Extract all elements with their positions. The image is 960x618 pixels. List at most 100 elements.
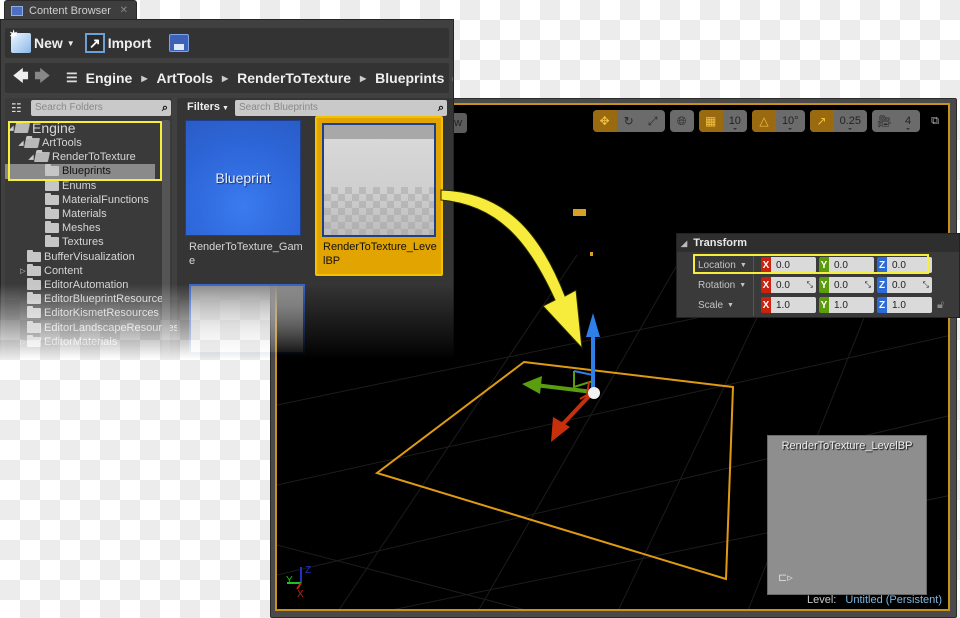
chevron-right-icon[interactable]: ▶ xyxy=(222,74,228,83)
folder-content[interactable]: ▷ Content xyxy=(5,263,155,278)
search-blueprints-input[interactable]: Search Blueprints ⌕ xyxy=(235,100,447,116)
level-thumbnail xyxy=(322,123,436,237)
folder-editorblueprintresources[interactable]: EditorBlueprintResources xyxy=(5,292,169,306)
chevron-right-icon[interactable]: ▶ xyxy=(360,74,366,83)
grid-snap-icon[interactable]: ▦ xyxy=(698,110,723,132)
level-name: Untitled (Persistent) xyxy=(845,594,942,606)
location-y-field[interactable]: 0.0 xyxy=(829,257,874,273)
folder-tree-panel: ☷ Search Folders ⌕ ◢ Engine ◢ ArtTools ◢ Re… xyxy=(5,98,179,358)
breadcrumb-rendertotexture[interactable]: RenderToTexture xyxy=(237,70,351,86)
folder-enums[interactable]: Enums xyxy=(5,178,155,193)
rotation-y-field[interactable]: 0.0 xyxy=(834,280,848,291)
folder-editorautomation[interactable]: EditorAutomation xyxy=(5,277,155,292)
asset-name: RenderToTexture_Game xyxy=(189,241,303,267)
axis-label-x: X xyxy=(297,589,304,600)
render-plane-outline[interactable] xyxy=(374,360,735,581)
folders-toggle-icon[interactable]: ☷ xyxy=(11,101,22,115)
level-label: Level: xyxy=(806,594,837,606)
asset-name: RenderToTexture_LevelBP xyxy=(323,241,437,267)
preview-title: RenderToTexture_LevelBP xyxy=(781,440,913,452)
folder-buffervisualization[interactable]: BufferVisualization xyxy=(5,249,155,264)
actor-sprite-icon xyxy=(590,252,593,256)
location-z-field[interactable]: 0.0 xyxy=(887,257,932,273)
viewport-toolbar: ✥ ↻ ⤢ 🌐︎ ▦ 10 △ 10° ↗ 0.25 🎥︎ 4 ⧉ xyxy=(592,110,942,132)
lock-icon[interactable]: 🔓︎ xyxy=(452,72,453,85)
rotation-dropdown[interactable]: Rotation ▼ xyxy=(691,276,757,294)
folder-engine[interactable]: ◢ Engine xyxy=(5,120,155,136)
world-local-toggle-icon[interactable]: 🌐︎ xyxy=(670,110,694,132)
back-arrow-icon[interactable]: 🡄 xyxy=(13,66,29,91)
folder-rendertotexture[interactable]: ◢ RenderToTexture xyxy=(5,150,155,164)
close-icon[interactable]: ✕ xyxy=(120,5,128,16)
scale-snap-icon[interactable]: ↗ xyxy=(809,110,834,132)
folder-list: ◢ Engine ◢ ArtTools ◢ RenderToTexture Bluep… xyxy=(5,120,179,349)
asset-tile-partial[interactable] xyxy=(189,284,305,354)
scale-dropdown[interactable]: Scale ▼ xyxy=(691,296,757,314)
axis-label-y: Y xyxy=(286,575,293,586)
actor-sprite-icon xyxy=(573,209,586,216)
translate-mode-icon[interactable]: ✥ xyxy=(592,110,617,132)
folder-meshes[interactable]: Meshes xyxy=(5,221,155,235)
camera-speed-value[interactable]: 4 xyxy=(896,110,920,132)
level-indicator: Level: Untitled (Persistent) xyxy=(807,594,942,606)
save-all-icon[interactable] xyxy=(169,34,190,52)
rotation-snap-value[interactable]: 10° xyxy=(776,110,805,132)
folder-materialfunctions[interactable]: MaterialFunctions xyxy=(5,192,155,207)
rotation-x-field[interactable]: 0.0 xyxy=(776,280,790,291)
camera-speed-icon[interactable]: 🎥︎ xyxy=(872,110,896,132)
breadcrumb-blueprints[interactable]: Blueprints xyxy=(375,70,444,86)
chevron-right-icon[interactable]: ▶ xyxy=(141,74,147,83)
search-icon: ⌕ xyxy=(161,102,168,114)
spin-icon[interactable]: ⤡ xyxy=(807,280,816,290)
rotate-mode-icon[interactable]: ↻ xyxy=(617,110,641,132)
scale-z-field[interactable]: 1.0 xyxy=(887,297,932,313)
scale-lock-icon[interactable]: 🔓︎ xyxy=(937,299,944,312)
transform-mode-group: ✥ ↻ ⤢ xyxy=(592,110,665,132)
folder-editorlandscaperesources[interactable]: EditorLandscapeResources xyxy=(5,320,179,334)
location-x-field[interactable]: 0.0 xyxy=(771,257,816,273)
rotation-z-field[interactable]: 0.0 xyxy=(892,280,906,291)
location-dropdown[interactable]: Location ▼ xyxy=(691,256,757,274)
sources-toggle-icon[interactable]: ☰ xyxy=(66,70,78,86)
translate-gizmo[interactable] xyxy=(522,313,600,442)
asset-view-panel: Filters ▼ Search Blueprints ⌕ Blueprint R… xyxy=(177,98,453,358)
folder-materials[interactable]: Materials xyxy=(5,207,155,221)
breadcrumb-engine[interactable]: Engine xyxy=(86,70,133,86)
filters-button[interactable]: Filters ▼ xyxy=(187,101,229,113)
tab-title: Content Browser xyxy=(29,4,111,17)
spin-icon[interactable]: ⤡ xyxy=(865,280,874,290)
asset-tile-rendertotexture-levelbp[interactable]: RenderToTexture_LevelBP xyxy=(315,116,443,276)
import-icon: ↗ xyxy=(84,33,105,53)
folder-textures[interactable]: Textures xyxy=(5,235,155,249)
rotation-snap-icon[interactable]: △ xyxy=(751,110,776,132)
new-asset-icon xyxy=(9,28,31,53)
scale-y-field[interactable]: 1.0 xyxy=(829,297,874,313)
search-folders-input[interactable]: Search Folders ⌕ xyxy=(31,100,171,116)
content-browser-tab[interactable]: Content Browser ✕ xyxy=(4,0,137,20)
folder-blueprints[interactable]: Blueprints xyxy=(5,164,155,179)
scale-mode-icon[interactable]: ⤢ xyxy=(641,110,665,132)
spin-icon[interactable]: ⤡ xyxy=(923,280,932,290)
asset-tile-rendertotexture-game[interactable]: Blueprint RenderToTexture_Game xyxy=(185,120,303,272)
breadcrumb-arttools[interactable]: ArtTools xyxy=(156,70,213,86)
folder-editormaterials[interactable]: ▷ EditorMaterials xyxy=(5,334,155,349)
forward-arrow-icon[interactable]: 🡆 xyxy=(35,66,51,91)
folder-editorkismetresources[interactable]: EditorKismetResources xyxy=(5,306,159,320)
transform-title: Transform xyxy=(693,237,748,249)
maximize-viewport-icon[interactable]: ⧉ xyxy=(928,114,942,128)
gizmo-y-arrow xyxy=(522,376,542,394)
grid-snap-value[interactable]: 10 xyxy=(723,110,747,132)
transform-header[interactable]: ◢ Transform xyxy=(677,234,959,252)
folder-scrollbar[interactable] xyxy=(162,120,170,356)
new-button[interactable]: New ▼ xyxy=(9,28,75,53)
folder-arttools[interactable]: ◢ ArtTools xyxy=(5,136,155,150)
camera-preview: RenderToTexture_LevelBP ⊏▹ xyxy=(767,435,927,595)
scale-row: Scale ▼ X 1.0 Y 1.0 Z 1.0 🔓︎ xyxy=(691,295,944,315)
scale-x-field[interactable]: 1.0 xyxy=(771,297,816,313)
transform-panel: ◢ Transform Location ▼ X 0.0 Y 0.0 Z 0.0 Rot… xyxy=(676,233,960,318)
collapse-triangle-icon: ◢ xyxy=(681,239,688,248)
import-button[interactable]: ↗ Import xyxy=(84,33,151,53)
scale-snap-value[interactable]: 0.25 xyxy=(834,110,867,132)
search-icon: ⌕ xyxy=(437,102,444,114)
axis-label-z: Z xyxy=(305,565,311,576)
